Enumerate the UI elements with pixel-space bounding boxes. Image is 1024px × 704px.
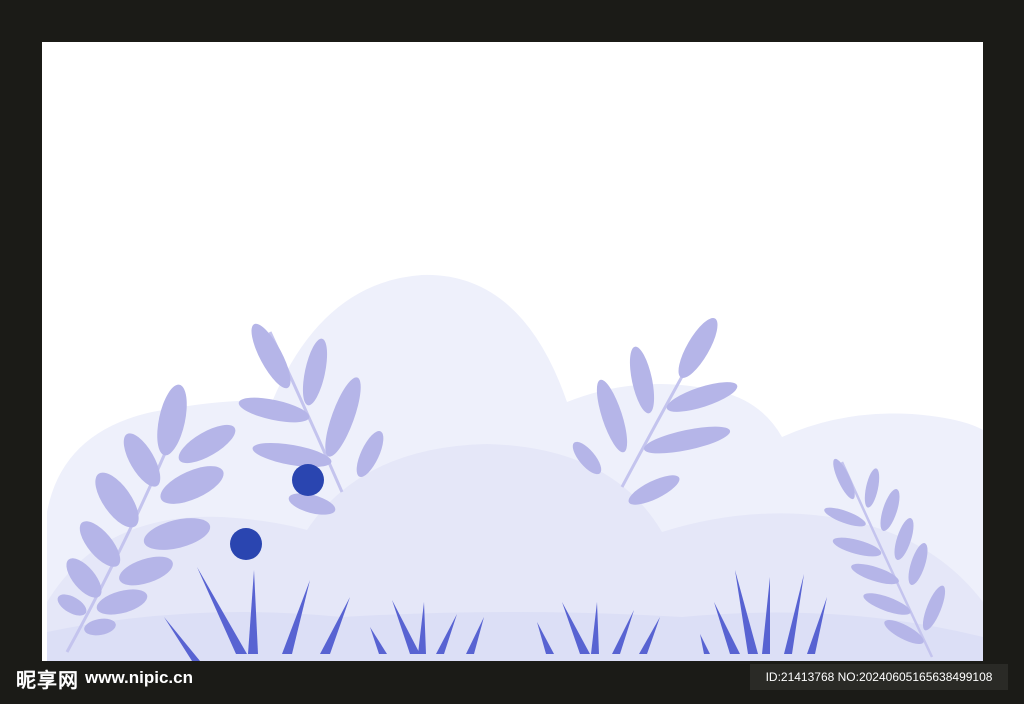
- watermark-site-url: www.nipic.cn: [85, 668, 193, 687]
- watermark-site-name: 昵享网: [16, 667, 79, 692]
- watermark-logo: 昵享网 www.nipic.cn: [16, 664, 193, 692]
- bushes-scene: [47, 274, 983, 661]
- watermark-id-badge: ID:21413768 NO:20240605165638499108: [750, 664, 1008, 690]
- berry-dot-icon: [292, 464, 324, 496]
- berry-dot-icon: [230, 528, 262, 560]
- illustration-canvas: [42, 42, 983, 661]
